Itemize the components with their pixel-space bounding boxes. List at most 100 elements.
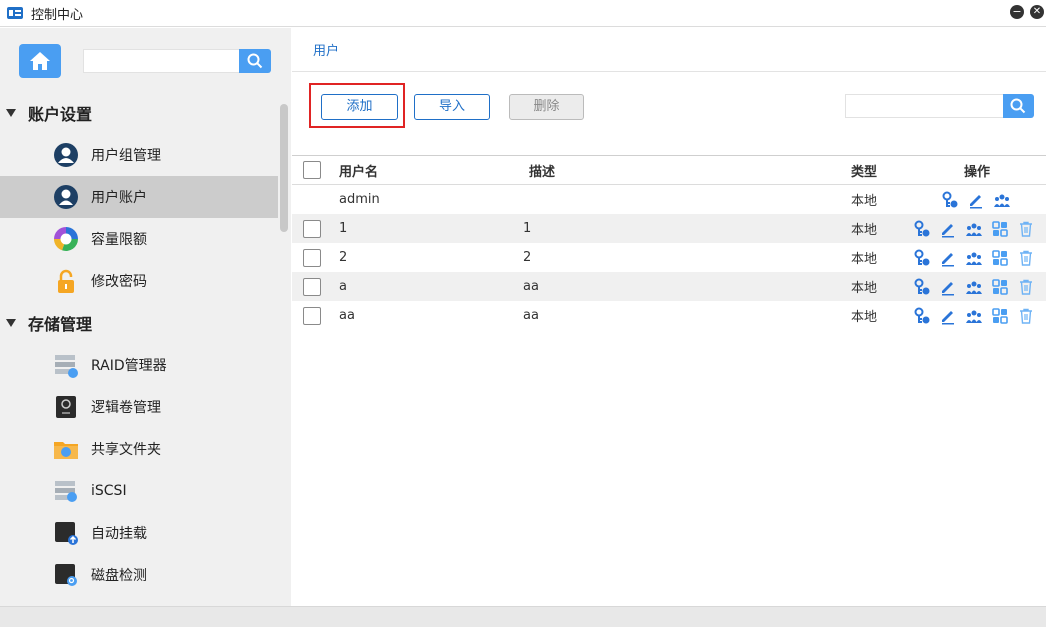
- table-row[interactable]: 2 2 本地: [292, 243, 1046, 272]
- collapse-triangle-icon: [6, 109, 16, 117]
- sidebar-item-raid-manager[interactable]: RAID管理器: [0, 344, 278, 386]
- sidebar-item-label: 逻辑卷管理: [91, 400, 161, 416]
- row-name: aa: [339, 308, 355, 323]
- user-account-icon: [53, 184, 79, 210]
- group-membership-icon[interactable]: [965, 249, 983, 267]
- row-checkbox-cell: [303, 301, 321, 330]
- user-search-input[interactable]: [845, 94, 1003, 118]
- user-key-icon[interactable]: [913, 249, 931, 267]
- select-all-checkbox[interactable]: [303, 161, 321, 179]
- sidebar-item-change-password[interactable]: 修改密码: [0, 260, 278, 302]
- edit-icon[interactable]: [939, 220, 957, 238]
- divider: [292, 71, 1046, 72]
- user-search-button[interactable]: [1003, 94, 1034, 118]
- user-group-icon: [53, 142, 79, 168]
- disk-check-icon: [53, 562, 79, 588]
- app-permissions-icon[interactable]: [991, 249, 1009, 267]
- table-row[interactable]: admin 本地: [292, 185, 1046, 214]
- sidebar-scrollbar[interactable]: [280, 104, 288, 232]
- app-permissions-icon[interactable]: [991, 278, 1009, 296]
- sidebar-item-user-groups[interactable]: 用户组管理: [0, 134, 278, 176]
- row-actions: [913, 214, 1043, 243]
- sidebar-item-label: 自动挂载: [91, 526, 147, 542]
- table-row[interactable]: aa aa 本地: [292, 301, 1046, 330]
- row-type: 本地: [851, 281, 878, 296]
- import-button[interactable]: 导入: [414, 94, 490, 120]
- delete-icon[interactable]: [1017, 307, 1035, 325]
- collapse-triangle-icon: [6, 319, 16, 327]
- app-permissions-icon[interactable]: [991, 220, 1009, 238]
- sidebar-search-input[interactable]: [83, 49, 239, 73]
- section-account-settings[interactable]: 账户设置: [0, 92, 278, 134]
- row-actions: [913, 301, 1043, 330]
- group-membership-icon[interactable]: [965, 220, 983, 238]
- users-table: 用户名 描述 类型 操作 admin 本地 1 1 本地 2 2 本地 a aa…: [292, 155, 1046, 330]
- sidebar-item-label: 用户组管理: [91, 148, 161, 164]
- sidebar-item-label: 容量限额: [91, 232, 147, 248]
- edit-icon[interactable]: [939, 278, 957, 296]
- home-icon: [30, 52, 50, 70]
- delete-icon[interactable]: [1017, 220, 1035, 238]
- sidebar-item-logical-volume[interactable]: 逻辑卷管理: [0, 386, 278, 428]
- delete-icon[interactable]: [1017, 278, 1035, 296]
- user-key-icon[interactable]: [913, 307, 931, 325]
- group-membership-icon[interactable]: [965, 307, 983, 325]
- row-checkbox[interactable]: [303, 248, 321, 267]
- edit-icon[interactable]: [939, 249, 957, 267]
- column-header-name[interactable]: 用户名: [339, 156, 378, 184]
- horizontal-scrollbar[interactable]: [0, 606, 1046, 627]
- row-type: 本地: [851, 252, 878, 267]
- sidebar-item-shared-folder[interactable]: 共享文件夹: [0, 428, 278, 470]
- user-key-icon[interactable]: [913, 278, 931, 296]
- sidebar-item-disk-check[interactable]: 磁盘检测: [0, 554, 278, 596]
- delete-icon[interactable]: [1017, 249, 1035, 267]
- sidebar-item-quota[interactable]: 容量限额: [0, 218, 278, 260]
- row-name: 1: [339, 221, 348, 236]
- row-name: a: [339, 279, 347, 294]
- section-storage-management[interactable]: 存储管理: [0, 302, 278, 344]
- sidebar-item-label: 修改密码: [91, 274, 147, 290]
- row-name: 2: [339, 250, 348, 265]
- row-type: 本地: [851, 223, 878, 238]
- sidebar-item-user-accounts[interactable]: 用户账户: [0, 176, 278, 218]
- lock-icon: [53, 268, 79, 294]
- group-membership-icon[interactable]: [993, 191, 1011, 209]
- quota-icon: [53, 226, 79, 252]
- table-header: 用户名 描述 类型 操作: [292, 155, 1046, 185]
- sidebar-item-iscsi[interactable]: iSCSI: [0, 470, 278, 512]
- sidebar-item-label: iSCSI: [91, 483, 127, 499]
- sidebar-item-label: 共享文件夹: [91, 442, 161, 458]
- sidebar-item-auto-mount[interactable]: 自动挂载: [0, 512, 278, 554]
- title-bar: 控制中心 − ✕: [0, 0, 1046, 27]
- section-label: 账户设置: [28, 105, 93, 124]
- raid-icon: [53, 352, 79, 378]
- logical-volume-icon: [53, 394, 79, 420]
- delete-button[interactable]: 删除: [509, 94, 584, 120]
- edit-icon[interactable]: [967, 191, 985, 209]
- row-checkbox[interactable]: [303, 219, 321, 238]
- minimize-icon[interactable]: −: [1010, 5, 1024, 19]
- table-row[interactable]: a aa 本地: [292, 272, 1046, 301]
- sidebar-search-button[interactable]: [239, 49, 271, 73]
- user-key-icon[interactable]: [913, 220, 931, 238]
- column-header-desc[interactable]: 描述: [529, 156, 555, 184]
- sidebar-item-label: RAID管理器: [91, 358, 167, 374]
- row-desc: aa: [523, 279, 539, 294]
- edit-icon[interactable]: [939, 307, 957, 325]
- breadcrumb[interactable]: 用户: [313, 40, 339, 59]
- close-icon[interactable]: ✕: [1030, 5, 1044, 19]
- table-row[interactable]: 1 1 本地: [292, 214, 1046, 243]
- row-checkbox[interactable]: [303, 306, 321, 325]
- home-button[interactable]: [19, 44, 61, 78]
- group-membership-icon[interactable]: [965, 278, 983, 296]
- row-actions: [913, 272, 1043, 301]
- add-button[interactable]: 添加: [321, 94, 398, 120]
- user-key-icon[interactable]: [941, 191, 959, 209]
- row-checkbox-cell: [303, 272, 321, 301]
- app-permissions-icon[interactable]: [991, 307, 1009, 325]
- column-header-type[interactable]: 类型: [851, 156, 877, 184]
- row-checkbox[interactable]: [303, 277, 321, 296]
- sidebar-item-label: 用户账户: [91, 190, 147, 206]
- row-actions: [941, 185, 1019, 214]
- section-label: 存储管理: [28, 315, 93, 334]
